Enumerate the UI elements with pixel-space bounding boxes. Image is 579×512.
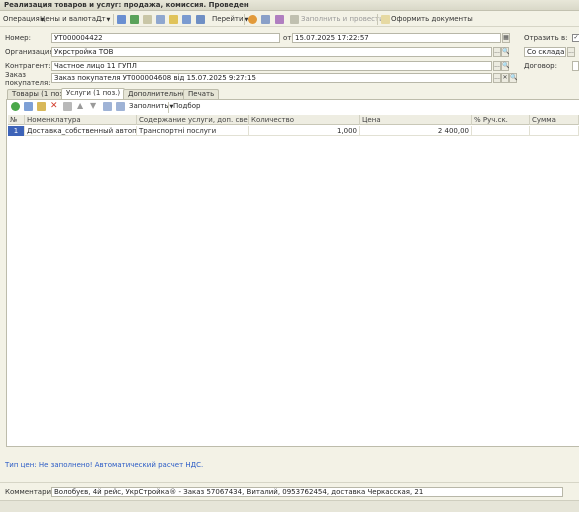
unpost-icon[interactable] [143,15,152,24]
dt-label: Дт [96,15,106,23]
delete-row-icon[interactable]: ✕ [50,101,58,111]
operation-menu[interactable]: Операция▼ [3,14,45,25]
structure-icon[interactable] [156,15,165,24]
comment-field[interactable]: Волобуєв, 4й рейс, УкрСтройка® - Заказ 5… [51,487,563,497]
row-item[interactable]: Доставка_собственный автопарк [25,126,137,136]
column-content[interactable]: Содержание услуги, доп. сведения [137,115,249,125]
table-header: № Номенклатура Содержание услуги, доп. с… [8,115,579,125]
row-number: 1 [8,126,25,136]
clear-order-icon[interactable]: ✕ [501,73,509,83]
print-icon[interactable] [196,15,205,24]
open-order-button[interactable]: 🔍 [509,73,517,83]
copy-row-icon[interactable] [24,102,33,111]
calendar-icon[interactable]: ▦ [502,33,510,43]
date-field[interactable]: 15.07.2025 17:22:57 [292,33,501,43]
documents-icon [381,15,390,24]
bottom-bar [0,500,579,512]
toolbar-separator [168,102,169,113]
services-tab-pane [6,99,579,447]
fill-menu[interactable]: Заполнить▼ [129,102,173,110]
fill-label: Заполнить [129,102,169,110]
organization-label: Организация: [5,48,56,56]
column-discount[interactable]: % Руч.ск. [472,115,530,125]
column-number[interactable]: № [8,115,25,125]
copy-icon[interactable] [169,15,178,24]
open-organization-button[interactable]: 🔍 [501,47,509,57]
tab-print[interactable]: Печать [183,89,220,99]
calc-icon[interactable] [275,15,284,24]
end-edit-icon[interactable] [63,102,72,111]
row-quantity[interactable]: 1,000 [249,126,360,136]
add-row-icon[interactable] [11,102,20,111]
table-row[interactable]: 1 Доставка_собственный автопарк Транспор… [8,126,579,136]
toolbar: Операция▼ Цены и валюта... Дт▼ Перейти▼ … [0,12,579,27]
number-label: Номер: [5,34,31,42]
table-icon[interactable] [261,15,270,24]
help-icon[interactable] [248,15,257,24]
tab-services[interactable]: Услуги (1 поз.) [61,88,126,99]
make-documents-button[interactable]: Оформить документы [391,14,473,25]
open-contractor-button[interactable]: 🔍 [501,61,509,71]
number-field[interactable]: УТ000004422 [51,33,280,43]
fill-post-icon [290,15,299,24]
save-icon[interactable] [117,15,126,24]
select-warehouse-button[interactable]: ... [567,47,575,57]
row-sum[interactable] [530,126,579,136]
toolbar-separator [113,14,114,25]
tab-additional[interactable]: Дополнительно [123,89,192,99]
contractor-label: Контрагент: [5,62,51,70]
reflect-label: Отразить в: [524,34,568,42]
price-type-link[interactable]: Тип цен: Не заполнено! Автоматический ра… [5,461,203,469]
reflect-checkbox[interactable]: ✓ [572,34,579,42]
order-label-line2: покупателя: [5,79,51,87]
row-price[interactable]: 2 400,00 [360,126,472,136]
select-order-button[interactable]: ... [493,73,501,83]
move-up-icon[interactable]: ▲ [77,101,83,110]
select-button[interactable]: Подбор [173,102,200,110]
edit-row-icon[interactable] [37,102,46,111]
title-bar: Реализация товаров и услуг: продажа, ком… [0,0,579,11]
prices-currency-button[interactable]: Цены и валюта... [40,14,103,25]
move-down-icon[interactable]: ▼ [90,101,96,110]
select-organization-button[interactable]: ... [493,47,501,57]
organization-field[interactable]: Укрстройка ТОВ [51,47,492,57]
column-item[interactable]: Номенклатура [25,115,137,125]
row-content[interactable]: Транспортні послуги [137,126,249,136]
goto-label: Перейти [212,15,244,23]
row-discount[interactable] [472,126,530,136]
footer-divider [0,482,579,483]
sort-desc-icon[interactable] [116,102,125,111]
column-sum[interactable]: Сумма [530,115,579,125]
order-label-line1: Заказ [5,71,27,79]
warehouse-field[interactable]: Со склада [524,47,566,57]
window-title: Реализация товаров и услуг: продажа, ком… [4,1,249,9]
toolbar-separator [377,14,378,25]
based-on-icon[interactable] [182,15,191,24]
contract-label: Договор: [524,62,557,70]
toolbar-separator [244,14,245,25]
dt-menu[interactable]: Дт▼ [96,14,110,25]
contractor-field[interactable]: Частное лицо 11 ГУПЛ [51,61,492,71]
operation-label: Операция [3,15,40,23]
goto-menu[interactable]: Перейти▼ [212,14,248,25]
contract-field[interactable] [572,61,579,71]
column-price[interactable]: Цена [360,115,472,125]
fill-post-button[interactable]: Заполнить и провести [301,14,384,25]
select-contractor-button[interactable]: ... [493,61,501,71]
post-icon[interactable] [130,15,139,24]
order-field[interactable]: Заказ покупателя УТ000004608 від 15.07.2… [51,73,492,83]
column-quantity[interactable]: Количество [249,115,360,125]
sort-asc-icon[interactable] [103,102,112,111]
